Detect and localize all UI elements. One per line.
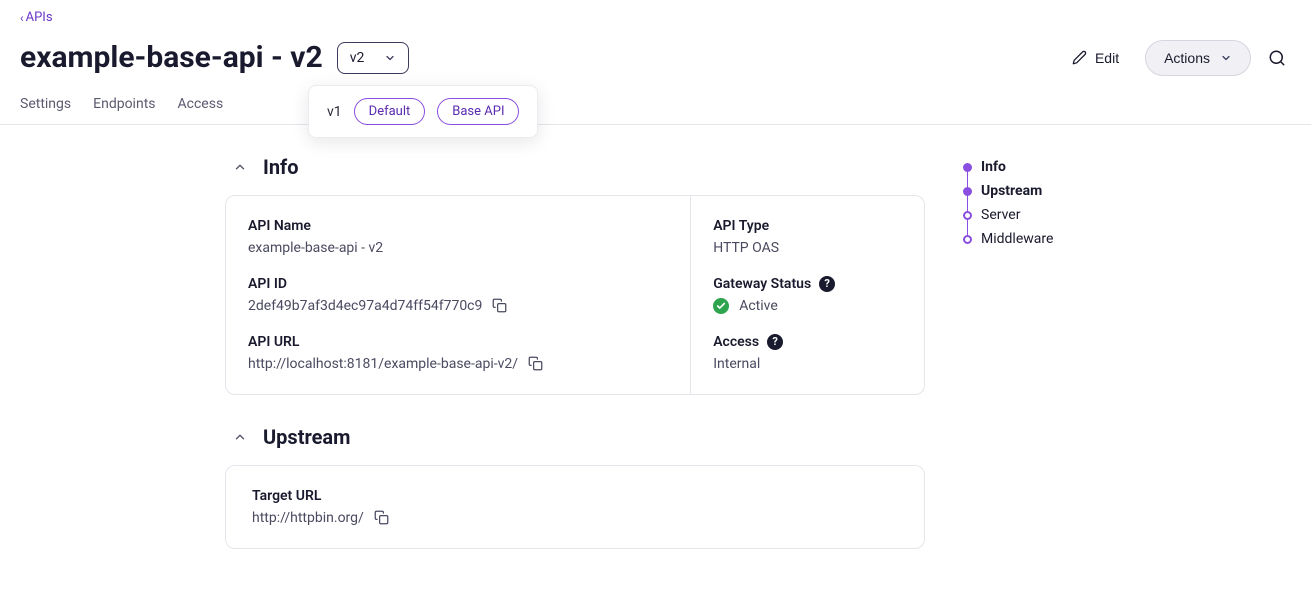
dot-icon — [963, 211, 972, 220]
api-name-value: example-base-api - v2 — [248, 240, 668, 256]
api-type-label: API Type — [713, 218, 902, 234]
chevron-left-icon: ‹ — [20, 11, 24, 25]
copy-icon[interactable] — [374, 510, 389, 525]
version-option-v1[interactable]: v1 — [327, 104, 342, 120]
section-title-upstream: Upstream — [263, 425, 350, 449]
api-id-label: API ID — [248, 276, 668, 292]
breadcrumb: ‹ APIs — [0, 0, 1311, 30]
help-icon[interactable]: ? — [819, 276, 835, 292]
actions-button[interactable]: Actions — [1145, 40, 1251, 76]
breadcrumb-link-apis[interactable]: ‹ APIs — [20, 10, 53, 25]
section-nav: Info Upstream Server Middleware — [963, 155, 1163, 251]
page-header: example-base-api - v2 v2 Edit Actions — [0, 30, 1311, 88]
actions-label: Actions — [1164, 50, 1210, 66]
upstream-card: Target URL http://httpbin.org/ — [225, 465, 925, 549]
version-popover: v1 Default Base API — [308, 85, 538, 138]
tag-base-api: Base API — [437, 98, 519, 125]
pencil-icon — [1072, 50, 1087, 65]
access-value: Internal — [713, 356, 902, 372]
access-label: Access ? — [713, 334, 902, 350]
search-icon — [1268, 49, 1286, 67]
nav-item-upstream[interactable]: Upstream — [981, 179, 1163, 203]
gateway-status-value: Active — [739, 298, 778, 314]
target-url-value: http://httpbin.org/ — [252, 510, 364, 526]
edit-button[interactable]: Edit — [1058, 42, 1133, 74]
api-name-label: API Name — [248, 218, 668, 234]
chevron-down-icon — [384, 52, 396, 64]
version-selected-label: v2 — [350, 50, 365, 66]
gateway-status-label: Gateway Status ? — [713, 276, 902, 292]
api-type-value: HTTP OAS — [713, 240, 902, 256]
tabs: Settings Endpoints Access — [0, 88, 1311, 125]
api-id-value: 2def49b7af3d4ec97a4d74ff54f770c9 — [248, 298, 482, 314]
tag-default: Default — [354, 98, 426, 125]
dot-icon — [963, 235, 972, 244]
page-title: example-base-api - v2 — [20, 40, 323, 75]
copy-icon[interactable] — [492, 298, 507, 313]
header-actions: Edit Actions — [1058, 40, 1291, 76]
nav-item-info[interactable]: Info — [981, 155, 1163, 179]
status-active-icon — [713, 298, 729, 314]
tab-settings[interactable]: Settings — [20, 88, 71, 124]
dot-icon — [963, 163, 972, 172]
collapse-toggle-upstream[interactable] — [233, 430, 247, 444]
dot-icon — [963, 187, 972, 196]
section-header-upstream: Upstream — [225, 425, 925, 449]
collapse-toggle-info[interactable] — [233, 160, 247, 174]
tab-endpoints[interactable]: Endpoints — [93, 88, 155, 124]
help-icon[interactable]: ? — [767, 334, 783, 350]
section-title-info: Info — [263, 155, 299, 179]
search-button[interactable] — [1263, 44, 1291, 72]
nav-item-middleware[interactable]: Middleware — [981, 227, 1163, 251]
copy-icon[interactable] — [528, 356, 543, 371]
api-url-value: http://localhost:8181/example-base-api-v… — [248, 356, 518, 372]
target-url-label: Target URL — [252, 488, 898, 504]
info-card: API Name example-base-api - v2 API ID 2d… — [225, 195, 925, 395]
version-selector[interactable]: v2 — [337, 42, 410, 74]
edit-label: Edit — [1095, 50, 1119, 66]
chevron-down-icon — [1220, 52, 1232, 64]
breadcrumb-label: APIs — [26, 10, 53, 25]
api-url-label: API URL — [248, 334, 668, 350]
tab-access[interactable]: Access — [178, 88, 224, 124]
nav-item-server[interactable]: Server — [981, 203, 1163, 227]
section-header-info: Info — [225, 155, 925, 179]
